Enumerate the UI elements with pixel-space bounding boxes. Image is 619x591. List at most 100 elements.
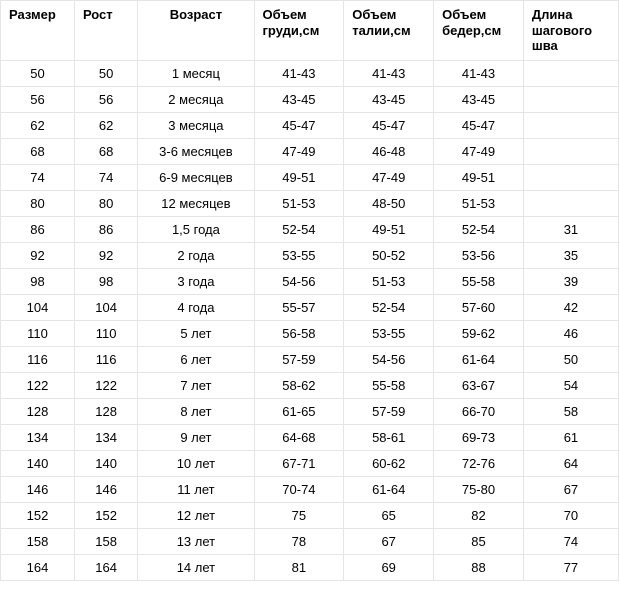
- table-cell: 56: [74, 86, 137, 112]
- table-cell: 65: [344, 502, 434, 528]
- table-cell: 47-49: [434, 138, 524, 164]
- table-cell: 158: [1, 528, 75, 554]
- table-cell: 8 лет: [138, 398, 254, 424]
- table-cell: 45-47: [434, 112, 524, 138]
- table-row: 74746-9 месяцев49-5147-4949-51: [1, 164, 619, 190]
- table-cell: 6-9 месяцев: [138, 164, 254, 190]
- table-cell: 98: [1, 268, 75, 294]
- table-cell: 3-6 месяцев: [138, 138, 254, 164]
- table-cell: 50: [1, 60, 75, 86]
- table-cell: 128: [1, 398, 75, 424]
- table-cell: 64-68: [254, 424, 344, 450]
- table-cell: 51-53: [434, 190, 524, 216]
- table-cell: 53-55: [254, 242, 344, 268]
- col-header-size: Размер: [1, 1, 75, 61]
- table-cell: 54-56: [254, 268, 344, 294]
- table-cell: 61: [523, 424, 618, 450]
- table-cell: 122: [1, 372, 75, 398]
- table-cell: 158: [74, 528, 137, 554]
- table-cell: 116: [1, 346, 75, 372]
- table-cell: 2 месяца: [138, 86, 254, 112]
- table-row: 92922 года53-5550-5253-5635: [1, 242, 619, 268]
- table-cell: 92: [74, 242, 137, 268]
- table-row: 56562 месяца43-4543-4543-45: [1, 86, 619, 112]
- table-cell: 46: [523, 320, 618, 346]
- table-row: 1341349 лет64-6858-6169-7361: [1, 424, 619, 450]
- table-row: 1041044 года55-5752-5457-6042: [1, 294, 619, 320]
- table-cell: 68: [1, 138, 75, 164]
- table-cell: 12 лет: [138, 502, 254, 528]
- table-cell: [523, 164, 618, 190]
- table-cell: 61-65: [254, 398, 344, 424]
- table-cell: 72-76: [434, 450, 524, 476]
- table-cell: 4 года: [138, 294, 254, 320]
- table-cell: 67: [523, 476, 618, 502]
- table-cell: 59-62: [434, 320, 524, 346]
- table-cell: 80: [74, 190, 137, 216]
- table-cell: 9 лет: [138, 424, 254, 450]
- table-cell: 43-45: [254, 86, 344, 112]
- table-cell: 60-62: [344, 450, 434, 476]
- table-cell: 50-52: [344, 242, 434, 268]
- table-cell: 70-74: [254, 476, 344, 502]
- table-cell: 68: [74, 138, 137, 164]
- table-cell: [523, 190, 618, 216]
- col-header-chest: Объем груди,см: [254, 1, 344, 61]
- table-cell: 92: [1, 242, 75, 268]
- table-cell: 98: [74, 268, 137, 294]
- table-cell: 49-51: [344, 216, 434, 242]
- table-cell: 3 месяца: [138, 112, 254, 138]
- table-cell: 81: [254, 554, 344, 580]
- table-row: 68683-6 месяцев47-4946-4847-49: [1, 138, 619, 164]
- table-cell: 5 лет: [138, 320, 254, 346]
- table-cell: 104: [74, 294, 137, 320]
- table-cell: 50: [523, 346, 618, 372]
- table-cell: 50: [74, 60, 137, 86]
- table-cell: 67-71: [254, 450, 344, 476]
- table-cell: 75: [254, 502, 344, 528]
- table-cell: 78: [254, 528, 344, 554]
- table-cell: 49-51: [254, 164, 344, 190]
- table-cell: 152: [1, 502, 75, 528]
- table-cell: 54: [523, 372, 618, 398]
- table-cell: 58-62: [254, 372, 344, 398]
- table-cell: [523, 60, 618, 86]
- table-cell: 53-56: [434, 242, 524, 268]
- table-cell: 110: [1, 320, 75, 346]
- col-header-waist: Объем талии,см: [344, 1, 434, 61]
- table-cell: 67: [344, 528, 434, 554]
- table-cell: 75-80: [434, 476, 524, 502]
- table-body: 50501 месяц41-4341-4341-4356562 месяца43…: [1, 60, 619, 580]
- table-cell: 43-45: [434, 86, 524, 112]
- table-cell: 62: [1, 112, 75, 138]
- table-cell: 56-58: [254, 320, 344, 346]
- table-cell: 134: [74, 424, 137, 450]
- table-cell: 47-49: [344, 164, 434, 190]
- table-cell: 48-50: [344, 190, 434, 216]
- table-row: 1221227 лет58-6255-5863-6754: [1, 372, 619, 398]
- table-cell: 140: [1, 450, 75, 476]
- table-cell: 66-70: [434, 398, 524, 424]
- table-cell: 49-51: [434, 164, 524, 190]
- col-header-age: Возраст: [138, 1, 254, 61]
- table-cell: 13 лет: [138, 528, 254, 554]
- table-cell: 51-53: [254, 190, 344, 216]
- table-cell: 82: [434, 502, 524, 528]
- table-cell: 39: [523, 268, 618, 294]
- table-cell: 140: [74, 450, 137, 476]
- col-header-hips: Объем бедер,см: [434, 1, 524, 61]
- table-cell: 55-58: [344, 372, 434, 398]
- table-cell: 61-64: [434, 346, 524, 372]
- table-cell: 53-55: [344, 320, 434, 346]
- table-header-row: Размер Рост Возраст Объем груди,см Объем…: [1, 1, 619, 61]
- table-cell: 80: [1, 190, 75, 216]
- table-cell: 64: [523, 450, 618, 476]
- table-cell: 41-43: [434, 60, 524, 86]
- table-row: 15215212 лет75658270: [1, 502, 619, 528]
- table-row: 98983 года54-5651-5355-5839: [1, 268, 619, 294]
- table-cell: 43-45: [344, 86, 434, 112]
- table-cell: 46-48: [344, 138, 434, 164]
- table-cell: 86: [1, 216, 75, 242]
- table-cell: 45-47: [254, 112, 344, 138]
- table-cell: 61-64: [344, 476, 434, 502]
